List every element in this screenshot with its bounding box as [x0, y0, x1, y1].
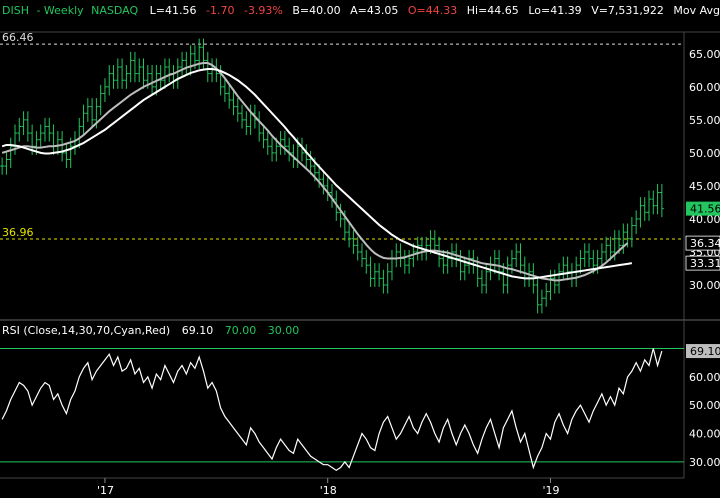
rsi-readout-lower: 30.00: [268, 324, 300, 337]
x-tick-label: '17: [97, 484, 114, 497]
rsi-title-line: RSI (Close,14,30,70,Cyan,Red) 69.10 70.0…: [2, 324, 299, 337]
header-symbol: DISH: [2, 4, 29, 17]
rsi-y-tick-label: 50.00: [689, 399, 720, 412]
header-change-pct: -3.93%: [244, 4, 283, 17]
header-study: Mov Avg 2 Lines (Close,2: [673, 4, 720, 17]
header-low: Lo=41.39: [528, 4, 581, 17]
rsi-y-tick-label: 60.00: [689, 371, 720, 384]
price-tag-label: 36.34: [690, 237, 720, 250]
price-y-tick-label: 55.00: [689, 114, 720, 127]
rsi-readout-value: 69.10: [182, 324, 214, 337]
x-tick-label: '18: [320, 484, 337, 497]
reference-line-label: 66.46: [2, 31, 34, 44]
header-exchange: NASDAQ: [91, 4, 138, 17]
header-open: O=44.33: [408, 4, 457, 17]
rsi-last-tag: 69.10: [686, 344, 720, 359]
price-y-tick-label: 50.00: [689, 147, 720, 160]
header-high: Hi=44.65: [467, 4, 519, 17]
x-tick-label: '19: [542, 484, 559, 497]
rsi-y-tick-label: 30.00: [689, 456, 720, 469]
header-period: - Weekly: [36, 4, 84, 17]
rsi-title: RSI (Close,14,30,70,Cyan,Red): [2, 324, 170, 337]
price-tag-label: 33.31: [690, 257, 720, 270]
header-ask: A=43.05: [350, 4, 398, 17]
rsi-y-tick-label: 40.00: [689, 428, 720, 441]
price-y-tick-label: 30.00: [689, 279, 720, 292]
price-tag-label: 41.56: [690, 203, 720, 216]
price-tags: 41.56 36.34 33.31: [685, 201, 720, 271]
rsi-tag-label: 69.10: [690, 345, 720, 358]
price-y-tick-label: 65.00: [689, 48, 720, 61]
header-change: -1.70: [206, 4, 234, 17]
header-volume: V=7,531,922: [591, 4, 664, 17]
header-last: L=41.56: [150, 4, 197, 17]
chart-canvas: DISH - Weekly NASDAQ L=41.56 -1.70 -3.93…: [0, 0, 720, 498]
header-line: DISH - Weekly NASDAQ L=41.56 -1.70 -3.93…: [2, 4, 720, 17]
header-bid: B=40.00: [292, 4, 340, 17]
price-y-tick-label: 60.00: [689, 81, 720, 94]
chart-background: [0, 0, 720, 498]
reference-line-label: 36.96: [2, 226, 34, 239]
rsi-readout-upper: 70.00: [225, 324, 257, 337]
price-y-tick-label: 45.00: [689, 180, 720, 193]
